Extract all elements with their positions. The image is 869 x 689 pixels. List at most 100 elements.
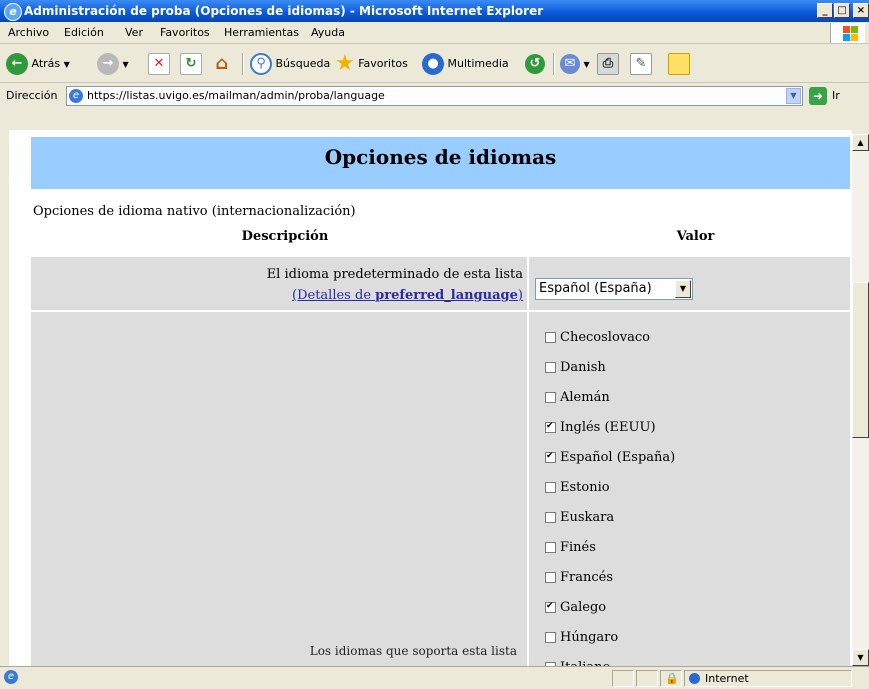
language-label: Galego bbox=[560, 600, 607, 615]
forward-arrow-icon: → bbox=[97, 53, 119, 75]
scrollbar-thumb[interactable] bbox=[852, 282, 869, 438]
history-icon: ↺ bbox=[525, 54, 545, 74]
language-label: Danish bbox=[560, 360, 606, 375]
search-icon: ⚲ bbox=[250, 53, 272, 75]
vertical-scrollbar[interactable]: ▲ ▼ bbox=[852, 134, 869, 666]
chevron-down-icon: ▼ bbox=[675, 280, 691, 298]
language-option: Danish bbox=[545, 360, 606, 375]
chevron-down-icon: ▼ bbox=[63, 60, 70, 69]
status-pane bbox=[612, 670, 634, 687]
details-link-variable: preferred_language bbox=[375, 288, 518, 303]
language-label: Español (España) bbox=[560, 450, 676, 465]
language-label: Checoslovaco bbox=[560, 330, 650, 345]
stop-icon: ✕ bbox=[148, 53, 170, 75]
language-label: Inglés (EEUU) bbox=[560, 420, 656, 435]
language-checkbox[interactable] bbox=[545, 392, 556, 403]
language-option: Inglés (EEUU) bbox=[545, 420, 656, 435]
scroll-down-button[interactable]: ▼ bbox=[852, 649, 869, 666]
stop-button[interactable]: ✕ bbox=[148, 52, 170, 76]
media-button[interactable]: ● Multimedia bbox=[422, 52, 509, 76]
back-button[interactable]: ← Atrás ▼ bbox=[6, 52, 70, 76]
language-checkbox[interactable] bbox=[545, 512, 556, 523]
zone-label: Internet bbox=[705, 672, 749, 685]
refresh-button[interactable]: ↻ bbox=[180, 52, 202, 76]
go-button[interactable]: Ir bbox=[832, 89, 840, 102]
language-option: Finés bbox=[545, 540, 596, 555]
refresh-icon: ↻ bbox=[180, 53, 202, 75]
language-checkbox[interactable] bbox=[545, 602, 556, 613]
history-button[interactable]: ↺ bbox=[525, 52, 545, 76]
mail-icon: ✉ bbox=[560, 54, 580, 74]
menu-ver[interactable]: Ver bbox=[125, 26, 143, 39]
media-label: Multimedia bbox=[447, 57, 509, 70]
menu-archivo[interactable]: Archivo bbox=[8, 26, 49, 39]
favorites-label: Favoritos bbox=[358, 57, 408, 70]
row-default-language-desc: El idioma predeterminado de esta lista (… bbox=[31, 257, 527, 310]
menu-edicion[interactable]: Edición bbox=[64, 26, 104, 39]
close-button[interactable]: × bbox=[853, 3, 869, 18]
minimize-button[interactable]: _ bbox=[817, 3, 833, 18]
language-checkbox[interactable] bbox=[545, 482, 556, 493]
page-header: Opciones de idiomas bbox=[31, 137, 850, 189]
menu-ayuda[interactable]: Ayuda bbox=[311, 26, 345, 39]
favorites-button[interactable]: ★ Favoritos bbox=[335, 52, 408, 76]
language-option: Euskara bbox=[545, 510, 614, 525]
language-checkbox[interactable] bbox=[545, 542, 556, 553]
address-input[interactable]: e https://listas.uvigo.es/mailman/admin/… bbox=[66, 86, 803, 106]
print-icon: ⎙ bbox=[597, 53, 619, 75]
status-pane bbox=[636, 670, 658, 687]
toolbar-separator bbox=[242, 53, 244, 75]
language-checkbox[interactable] bbox=[545, 362, 556, 373]
search-button[interactable]: ⚲ Búsqueda bbox=[250, 52, 330, 76]
print-button[interactable]: ⎙ bbox=[597, 52, 619, 76]
language-option: Francés bbox=[545, 570, 613, 585]
menu-favoritos[interactable]: Favoritos bbox=[160, 26, 210, 39]
home-icon: ⌂ bbox=[215, 53, 229, 74]
column-header-description: Descripción bbox=[241, 229, 329, 244]
chevron-down-icon: ▼ bbox=[122, 60, 129, 69]
language-checkbox[interactable] bbox=[545, 572, 556, 583]
address-bar: Dirección e https://listas.uvigo.es/mail… bbox=[0, 84, 869, 108]
default-language-value: Español (España) bbox=[539, 281, 652, 296]
page-title: Opciones de idiomas bbox=[324, 145, 557, 169]
language-checkbox[interactable] bbox=[545, 422, 556, 433]
default-language-select[interactable]: Español (España) ▼ bbox=[535, 278, 693, 300]
edit-button[interactable]: ✎ bbox=[630, 52, 652, 76]
details-prefix: (Detalles de bbox=[292, 288, 376, 303]
language-checkbox[interactable] bbox=[545, 632, 556, 643]
maximize-button[interactable]: □ bbox=[834, 3, 850, 18]
language-label: Euskara bbox=[560, 510, 615, 525]
favorites-star-icon: ★ bbox=[335, 51, 355, 76]
forward-button[interactable]: → ▼ bbox=[97, 52, 129, 76]
status-pane: 🔒 bbox=[660, 670, 682, 687]
language-option: Húngaro bbox=[545, 630, 618, 645]
language-label: Francés bbox=[560, 570, 614, 585]
back-arrow-icon: ← bbox=[6, 53, 28, 75]
zone-pane: Internet bbox=[684, 670, 852, 687]
mail-button[interactable]: ✉ ▼ bbox=[560, 52, 590, 76]
language-label: Húngaro bbox=[560, 630, 619, 645]
language-label: Finés bbox=[560, 540, 596, 555]
language-option: Galego bbox=[545, 600, 606, 615]
address-url: https://listas.uvigo.es/mailman/admin/pr… bbox=[87, 89, 385, 102]
scroll-up-button[interactable]: ▲ bbox=[852, 134, 869, 151]
details-link[interactable]: (Detalles de preferred_language) bbox=[292, 288, 523, 303]
internet-globe-icon bbox=[689, 673, 700, 684]
language-checkbox[interactable] bbox=[545, 452, 556, 463]
page-status-icon: e bbox=[4, 670, 18, 684]
edit-icon: ✎ bbox=[630, 53, 652, 75]
page-content: Opciones de idiomas Opciones de idioma n… bbox=[9, 134, 852, 666]
language-label: Estonio bbox=[560, 480, 610, 495]
page-icon: e bbox=[69, 89, 83, 103]
menu-herramientas[interactable]: Herramientas bbox=[224, 26, 299, 39]
address-dropdown-icon[interactable]: ▼ bbox=[786, 88, 801, 104]
languages-description: Los idiomas que soporta esta lista bbox=[309, 644, 517, 658]
home-button[interactable]: ⌂ bbox=[212, 52, 232, 76]
lock-icon: 🔒 bbox=[665, 672, 679, 685]
go-arrow-icon[interactable]: ➜ bbox=[809, 87, 827, 105]
messenger-button[interactable] bbox=[668, 52, 690, 76]
language-option: Checoslovaco bbox=[545, 330, 650, 345]
language-checkbox[interactable] bbox=[545, 332, 556, 343]
language-label: Alemán bbox=[560, 390, 610, 405]
column-header-value: Valor bbox=[676, 229, 715, 244]
